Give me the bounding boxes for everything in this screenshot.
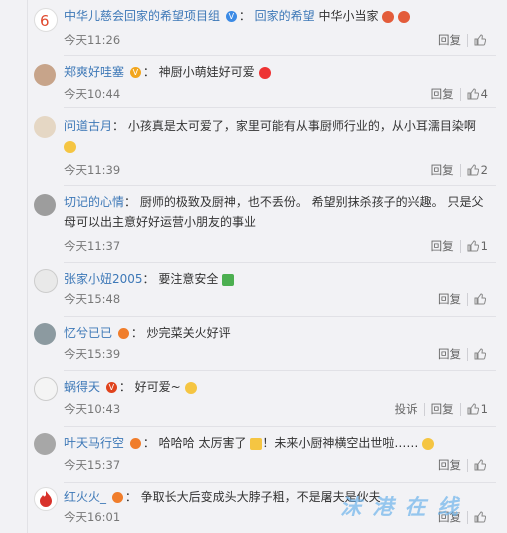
thumbs-up-emoji-icon — [250, 437, 263, 450]
commenter-name[interactable]: 切记的心情 — [64, 195, 124, 209]
comment-item: 6 中华儿慈会回家的希望项目组 V： 回家的希望 中华小当家 今天11:26 回… — [28, 0, 496, 54]
avatar[interactable] — [34, 487, 58, 511]
report-button[interactable]: 投诉 — [395, 401, 418, 417]
comment-time: 今天11:26 — [64, 33, 121, 47]
thumbs-up-icon — [474, 348, 486, 360]
like-count: 4 — [480, 87, 488, 101]
thumbs-up-icon — [474, 511, 486, 523]
comment-item: 问道古月： 小孩真是太可爱了，家里可能有从事厨师行业的，从小耳濡目染啊 今天11… — [28, 108, 496, 184]
laugh-emoji-icon — [64, 140, 76, 153]
comment-text: 哈哈哈 太厉害了 — [158, 436, 247, 450]
comment-item: 郑爽好哇塞 V： 神厨小萌娃好可爱 今天10:44 回复 4 — [28, 56, 496, 106]
level-badge-icon — [129, 438, 141, 449]
thumbs-up-icon — [474, 459, 486, 471]
comment-text: 厨师的极致及厨神，也不丢份。 希望别抹杀孩子的兴趣。 只是父 — [139, 195, 484, 209]
avatar[interactable] — [34, 64, 56, 86]
comment-actions: 回复 — [438, 32, 488, 48]
flame-icon — [40, 491, 52, 507]
comment-text-continued: ！未来小厨神横空出世啦…… — [262, 436, 419, 450]
avatar[interactable] — [34, 116, 56, 138]
avatar[interactable] — [34, 433, 56, 455]
comment-text: 小孩真是太可爱了，家里可能有从事厨师行业的，从小耳濡目染啊 — [127, 119, 476, 133]
comment-text: 炒完菜关火好评 — [146, 326, 231, 340]
commenter-name[interactable]: 叶天马行空 — [64, 436, 124, 450]
like-button[interactable] — [474, 293, 488, 305]
comment-time: 今天15:48 — [64, 292, 121, 306]
commenter-name[interactable]: 忆兮已已 — [64, 326, 112, 340]
comment-time: 今天10:43 — [64, 402, 121, 416]
comment-text: 神厨小萌娃好可爱 — [158, 65, 255, 79]
reply-button[interactable]: 回复 — [438, 291, 461, 307]
reply-button[interactable]: 回复 — [431, 401, 454, 417]
commenter-name[interactable]: 郑爽好哇塞 — [64, 65, 124, 79]
comment-item: 张家小妞2005： 要注意安全 今天15:48 回复 — [28, 263, 496, 315]
level-badge-icon — [117, 328, 129, 339]
comment-item: 蜗得天 V： 好可爱~ 今天10:43 投诉 回复 1 — [28, 371, 496, 425]
comment-item: 忆兮已已 ： 炒完菜关火好评 今天15:39 回复 — [28, 317, 496, 369]
like-button[interactable] — [474, 34, 488, 46]
comment-text: 要注意安全 — [158, 272, 219, 286]
level-badge-icon — [111, 492, 123, 503]
comment-text-continued: 母可以出主意好好运营小朋友的事业 — [64, 215, 257, 229]
thumbs-up-icon — [467, 403, 479, 415]
comment-time: 今天15:39 — [64, 347, 121, 361]
reply-button[interactable]: 回复 — [438, 457, 461, 473]
like-button[interactable]: 4 — [467, 87, 488, 101]
thumbs-up-icon — [474, 34, 486, 46]
like-button[interactable] — [474, 459, 488, 471]
comment-item: 叶天马行空 ： 哈哈哈 太厉害了 ！未来小厨神横空出世啦…… 今天15:37 回… — [28, 427, 496, 481]
thumbs-up-icon — [474, 293, 486, 305]
avatar[interactable]: 6 — [34, 8, 58, 32]
comment-time: 今天16:01 — [64, 510, 121, 524]
reply-button[interactable]: 回复 — [431, 238, 454, 254]
avatar[interactable] — [34, 377, 58, 401]
commenter-name[interactable]: 问道古月 — [64, 119, 112, 133]
thumbs-up-icon — [467, 240, 479, 252]
comment-text: 好可爱~ — [134, 380, 181, 394]
like-button[interactable]: 2 — [467, 163, 488, 177]
heart-emoji-icon — [258, 66, 271, 79]
crab-emoji-icon — [382, 10, 395, 23]
comment-list: 6 中华儿慈会回家的希望项目组 V： 回家的希望 中华小当家 今天11:26 回… — [27, 0, 496, 533]
thumbs-up-icon — [467, 88, 479, 100]
verified-icon: V — [225, 11, 237, 22]
commenter-name[interactable]: 红火火_ — [64, 490, 106, 504]
verified-icon: V — [105, 382, 117, 393]
like-count: 1 — [480, 402, 488, 416]
watermark: 沫 港 在 线 — [340, 495, 460, 519]
like-button[interactable]: 1 — [467, 239, 488, 253]
comment-text: 中华儿慈会回家的希望项目组 V： 回家的希望 中华小当家 — [64, 6, 488, 26]
like-button[interactable] — [474, 511, 488, 523]
thumbs-up-icon — [467, 164, 479, 176]
mention-link[interactable]: 回家的希望 — [255, 9, 315, 23]
comment-item: 切记的心情： 厨师的极致及厨神，也不丢份。 希望别抹杀孩子的兴趣。 只是父 母可… — [28, 186, 496, 262]
like-button[interactable] — [474, 348, 488, 360]
reply-button[interactable]: 回复 — [431, 86, 454, 102]
crab-emoji-icon — [398, 10, 411, 23]
comment-time: 今天11:39 — [64, 163, 121, 177]
comment-time: 今天11:37 — [64, 239, 121, 253]
laugh-emoji-icon — [422, 437, 435, 450]
commenter-name[interactable]: 张家小妞2005 — [64, 272, 143, 286]
commenter-name[interactable]: 蜗得天 — [64, 380, 100, 394]
reply-button[interactable]: 回复 — [431, 162, 454, 178]
laugh-emoji-icon — [184, 381, 197, 394]
avatar[interactable] — [34, 194, 56, 216]
vip-badge-icon: V — [129, 67, 141, 78]
leaf-emoji-icon — [222, 273, 235, 286]
like-count: 1 — [480, 239, 488, 253]
comment-time: 今天15:37 — [64, 458, 121, 472]
like-count: 2 — [480, 163, 488, 177]
reply-button[interactable]: 回复 — [438, 32, 461, 48]
svg-text:6: 6 — [40, 12, 50, 30]
reply-button[interactable]: 回复 — [438, 346, 461, 362]
avatar[interactable] — [34, 323, 56, 345]
like-button[interactable]: 1 — [467, 402, 488, 416]
commenter-name[interactable]: 中华儿慈会回家的希望项目组 — [64, 9, 220, 23]
avatar[interactable] — [34, 269, 58, 293]
comment-time: 今天10:44 — [64, 87, 121, 101]
